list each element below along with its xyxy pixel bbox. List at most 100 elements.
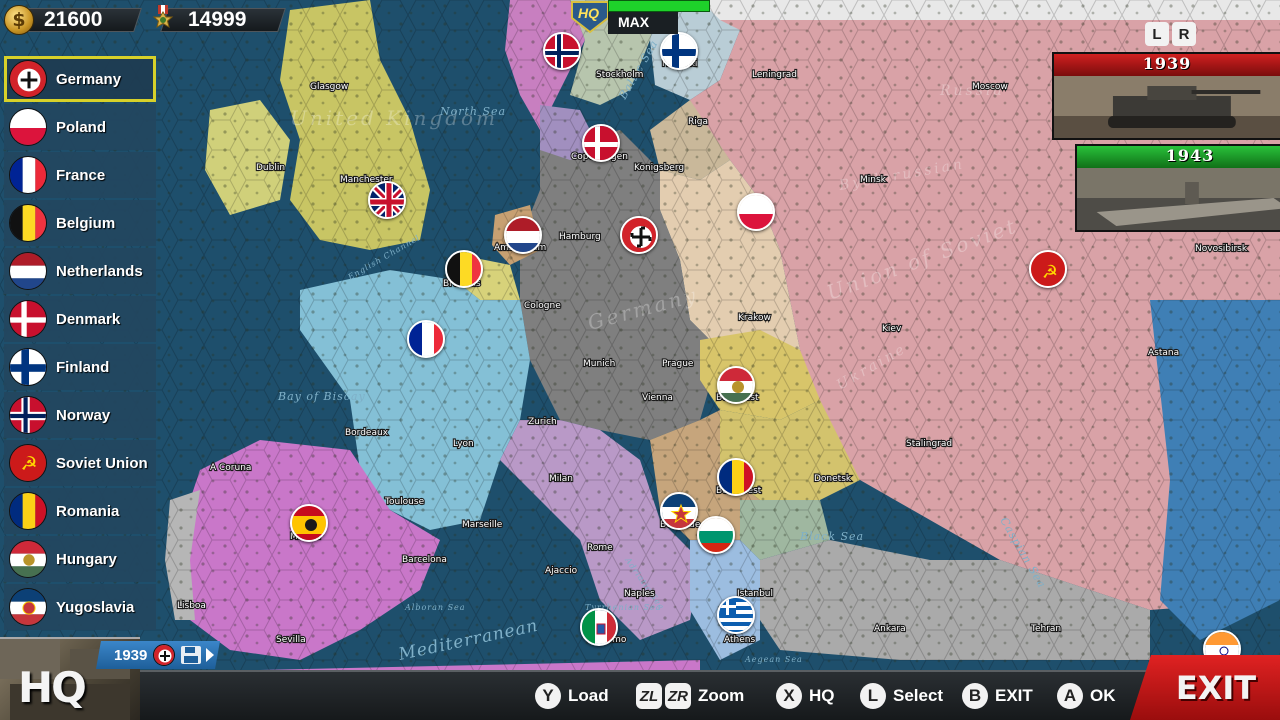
save-slot[interactable]: 1939 bbox=[96, 641, 220, 669]
country-row-france[interactable]: France bbox=[4, 152, 156, 198]
hq-action-button[interactable]: X HQ bbox=[776, 683, 835, 709]
country-row-soviet[interactable]: ☭ Soviet Union bbox=[4, 440, 156, 486]
medals-value: 14999 bbox=[188, 8, 247, 31]
norway-flag-icon bbox=[9, 396, 47, 434]
map-flag-bulgaria[interactable] bbox=[697, 516, 735, 554]
load-label: Load bbox=[568, 686, 609, 705]
map-flag-romania[interactable] bbox=[717, 458, 755, 496]
country-name: Norway bbox=[56, 406, 111, 424]
country-name: Poland bbox=[56, 118, 107, 136]
city-label: Athens bbox=[724, 635, 755, 645]
country-name: Soviet Union bbox=[56, 454, 148, 472]
map-flag-spain[interactable] bbox=[290, 504, 328, 542]
city-label: Prague bbox=[662, 359, 694, 369]
finland-flag-icon bbox=[9, 348, 47, 386]
country-row-denmark[interactable]: Denmark bbox=[4, 296, 156, 342]
country-name: Finland bbox=[56, 358, 110, 376]
city-label: Ankara bbox=[874, 624, 906, 634]
money-value: 21600 bbox=[44, 8, 103, 31]
country-row-yugoslavia[interactable]: Yugoslavia bbox=[4, 584, 156, 630]
exit-action-label: EXIT bbox=[995, 686, 1033, 705]
map-flag-france[interactable] bbox=[407, 320, 445, 358]
select-button[interactable]: L Select bbox=[860, 683, 943, 709]
country-row-norway[interactable]: Norway bbox=[4, 392, 156, 438]
country-name: Yugoslavia bbox=[56, 598, 135, 616]
city-label: Riga bbox=[688, 117, 708, 127]
map-flag-finland[interactable] bbox=[660, 32, 698, 70]
map-flag-italy[interactable] bbox=[580, 608, 618, 646]
map-flag-yugoslavia[interactable] bbox=[660, 492, 698, 530]
save-flag-germany bbox=[153, 644, 176, 666]
country-row-finland[interactable]: Finland bbox=[4, 344, 156, 390]
a-button-icon: A bbox=[1057, 683, 1083, 709]
zoom-button[interactable]: ZL ZR Zoom bbox=[636, 683, 744, 709]
save-disk-icon[interactable] bbox=[180, 645, 202, 665]
scenario-year: 1939 bbox=[1054, 54, 1280, 76]
ok-button[interactable]: A OK bbox=[1057, 683, 1116, 709]
city-label: Barcelona bbox=[402, 555, 447, 565]
zoom-label: Zoom bbox=[698, 686, 745, 705]
country-name: Hungary bbox=[56, 550, 117, 568]
y-button-icon: Y bbox=[535, 683, 561, 709]
sea-label: Bay of Biscay bbox=[277, 390, 366, 403]
hq-level-indicator: HQ MAX bbox=[570, 0, 710, 34]
country-row-poland[interactable]: Poland bbox=[4, 104, 156, 150]
r-button-icon[interactable]: R bbox=[1172, 22, 1196, 46]
city-label: Donetsk bbox=[814, 474, 852, 484]
city-label: Lisboa bbox=[177, 601, 206, 611]
l-button-icon[interactable]: L bbox=[1145, 22, 1169, 46]
map-flag-poland[interactable] bbox=[737, 193, 775, 231]
city-label: Naples bbox=[624, 589, 655, 599]
sea-label: North Sea bbox=[439, 105, 506, 118]
map-flag-denmark[interactable] bbox=[582, 124, 620, 162]
map-flag-germany[interactable] bbox=[620, 216, 658, 254]
city-label: Rome bbox=[587, 543, 613, 553]
map-flag-belgium[interactable] bbox=[445, 250, 483, 288]
country-list: Germany Poland France Belgium Netherlands Den… bbox=[4, 56, 156, 632]
exit-action-button[interactable]: B EXIT bbox=[962, 683, 1033, 709]
city-label: Dublin bbox=[256, 163, 285, 173]
city-label: Bordeaux bbox=[345, 428, 389, 438]
map-flag-soviet[interactable]: ☭ bbox=[1029, 250, 1067, 288]
exit-button[interactable]: EXIT bbox=[1130, 655, 1280, 720]
city-label: Ajaccio bbox=[545, 566, 578, 576]
hq-shield-label: HQ bbox=[578, 5, 599, 21]
map-flag-greece[interactable] bbox=[717, 596, 755, 634]
tank-image bbox=[1054, 76, 1280, 138]
city-label: Moscow bbox=[972, 82, 1008, 92]
country-row-hungary[interactable]: Hungary bbox=[4, 536, 156, 582]
map-flag-norway[interactable] bbox=[543, 32, 581, 70]
hungary-flag-icon bbox=[9, 540, 47, 578]
country-row-netherlands[interactable]: Netherlands bbox=[4, 248, 156, 294]
map-flag-netherlands[interactable] bbox=[504, 216, 542, 254]
hq-level-label: MAX bbox=[618, 14, 650, 30]
load-button[interactable]: Y Load bbox=[535, 683, 609, 709]
zl-button-icon: ZL bbox=[636, 683, 662, 709]
city-label: Minsk bbox=[860, 175, 887, 185]
romania-flag-icon bbox=[9, 492, 47, 530]
city-label: Glasgow bbox=[310, 82, 348, 92]
country-row-germany[interactable]: Germany bbox=[4, 56, 156, 102]
sea-label: Black Sea bbox=[799, 530, 864, 543]
scenario-card-1943[interactable]: 1943 bbox=[1075, 144, 1280, 232]
sea-label: Aegean Sea bbox=[744, 655, 803, 664]
select-label: Select bbox=[893, 686, 944, 705]
ok-label: OK bbox=[1090, 686, 1116, 705]
city-label: Sevilla bbox=[276, 635, 306, 645]
map-flag-hungary[interactable] bbox=[717, 366, 755, 404]
denmark-flag-icon bbox=[9, 300, 47, 338]
poland-flag-icon bbox=[9, 108, 47, 146]
exit-label: EXIT bbox=[1175, 668, 1257, 707]
b-button-icon: B bbox=[962, 683, 988, 709]
hq-label: HQ bbox=[809, 686, 835, 705]
country-name: France bbox=[56, 166, 106, 184]
scenario-card-1939[interactable]: 1939 bbox=[1052, 52, 1280, 140]
city-label: Leningrad bbox=[752, 70, 797, 80]
country-row-romania[interactable]: Romania bbox=[4, 488, 156, 534]
city-label: A Coruna bbox=[210, 463, 251, 473]
zr-button-icon: ZR bbox=[665, 683, 691, 709]
map-flag-uk[interactable] bbox=[368, 181, 406, 219]
city-label: Vienna bbox=[642, 393, 673, 403]
country-row-belgium[interactable]: Belgium bbox=[4, 200, 156, 246]
l-stick-icon: L bbox=[860, 683, 886, 709]
